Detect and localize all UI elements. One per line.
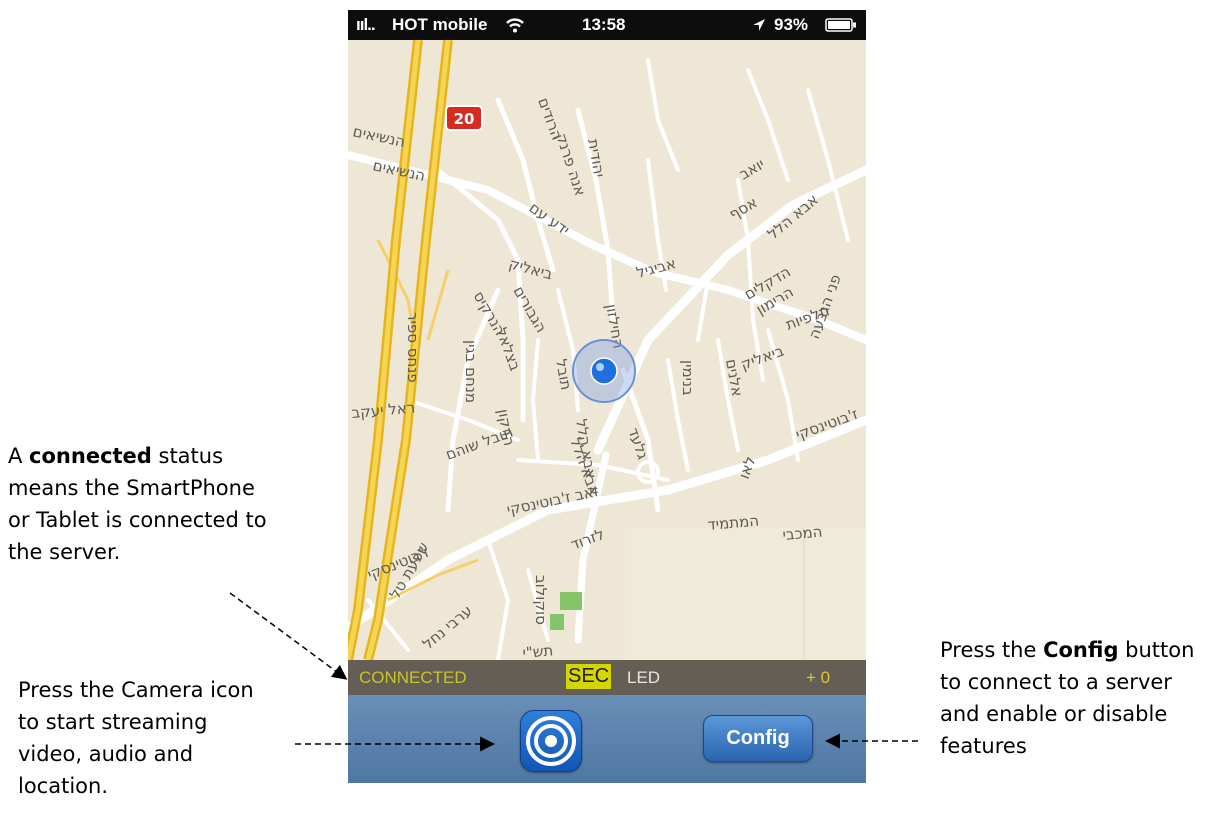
annotation-line: to connect to a server — [940, 670, 1172, 694]
battery-percentage: 93% — [774, 15, 809, 34]
connected-arrow — [229, 592, 348, 680]
annotation-line: location. — [18, 774, 108, 798]
connected-status-annotation: A connected status means the SmartPhone … — [8, 440, 338, 568]
annotation-line: A connected status — [8, 444, 224, 468]
signal-icon: ııl.. — [356, 15, 376, 34]
ios-status-bar: ııl.. HOT mobile 13:58 93% — [348, 10, 866, 40]
current-location-marker[interactable] — [572, 339, 636, 403]
map-view[interactable]: 20 הנשיאים הנשיאים הרודים אנה פרנק ידע ע… — [348, 40, 866, 660]
annotation-line: Press the Config button — [940, 638, 1195, 662]
carrier-name: HOT mobile — [392, 15, 488, 34]
config-button[interactable]: Config — [703, 715, 813, 762]
street-label: מנחם בגין — [462, 340, 480, 403]
route-20-shield-icon: 20 — [445, 105, 483, 131]
phone-screen: ııl.. HOT mobile 13:58 93% 20 הנשיאים הנ… — [348, 10, 866, 783]
park — [550, 614, 564, 630]
wifi-icon — [506, 18, 524, 33]
annotation-line: and enable or disable — [940, 702, 1168, 726]
app-status-strip: CONNECTED SEC LED + 0 — [348, 660, 866, 695]
battery-icon — [825, 18, 856, 32]
annotation-line: the server. — [8, 540, 121, 564]
annotation-line: means the SmartPhone — [8, 476, 255, 500]
config-annotation: Press the Config button to connect to a … — [940, 634, 1225, 762]
annotation-line: to start streaming — [18, 710, 208, 734]
street-label: בנימין — [679, 360, 697, 396]
street-label: תש"י — [522, 641, 554, 660]
annotation-line: video, audio and — [18, 742, 194, 766]
camera-target-icon — [526, 716, 576, 766]
street-label: המכבי — [782, 523, 823, 544]
annotation-line: or Tablet is connected to — [8, 508, 267, 532]
location-arrow-icon — [753, 19, 765, 31]
camera-annotation: Press the Camera icon to start streaming… — [18, 674, 318, 802]
sec-toggle[interactable]: SEC — [566, 664, 612, 689]
camera-stream-button[interactable] — [520, 710, 582, 772]
annotation-line: Press the Camera icon — [18, 678, 254, 702]
street-label: פנחס ספיר — [404, 312, 422, 383]
led-toggle[interactable]: LED — [627, 668, 660, 688]
unloaded-tile — [625, 528, 866, 660]
route-shield-number: 20 — [454, 110, 475, 128]
bottom-toolbar: Config — [348, 695, 866, 783]
clock: 13:58 — [582, 15, 626, 34]
connection-status: CONNECTED — [359, 668, 467, 687]
park — [560, 592, 582, 610]
annotation-line: features — [940, 734, 1027, 758]
street-label: סוקולוב — [532, 575, 550, 625]
counter: + 0 — [806, 668, 831, 687]
